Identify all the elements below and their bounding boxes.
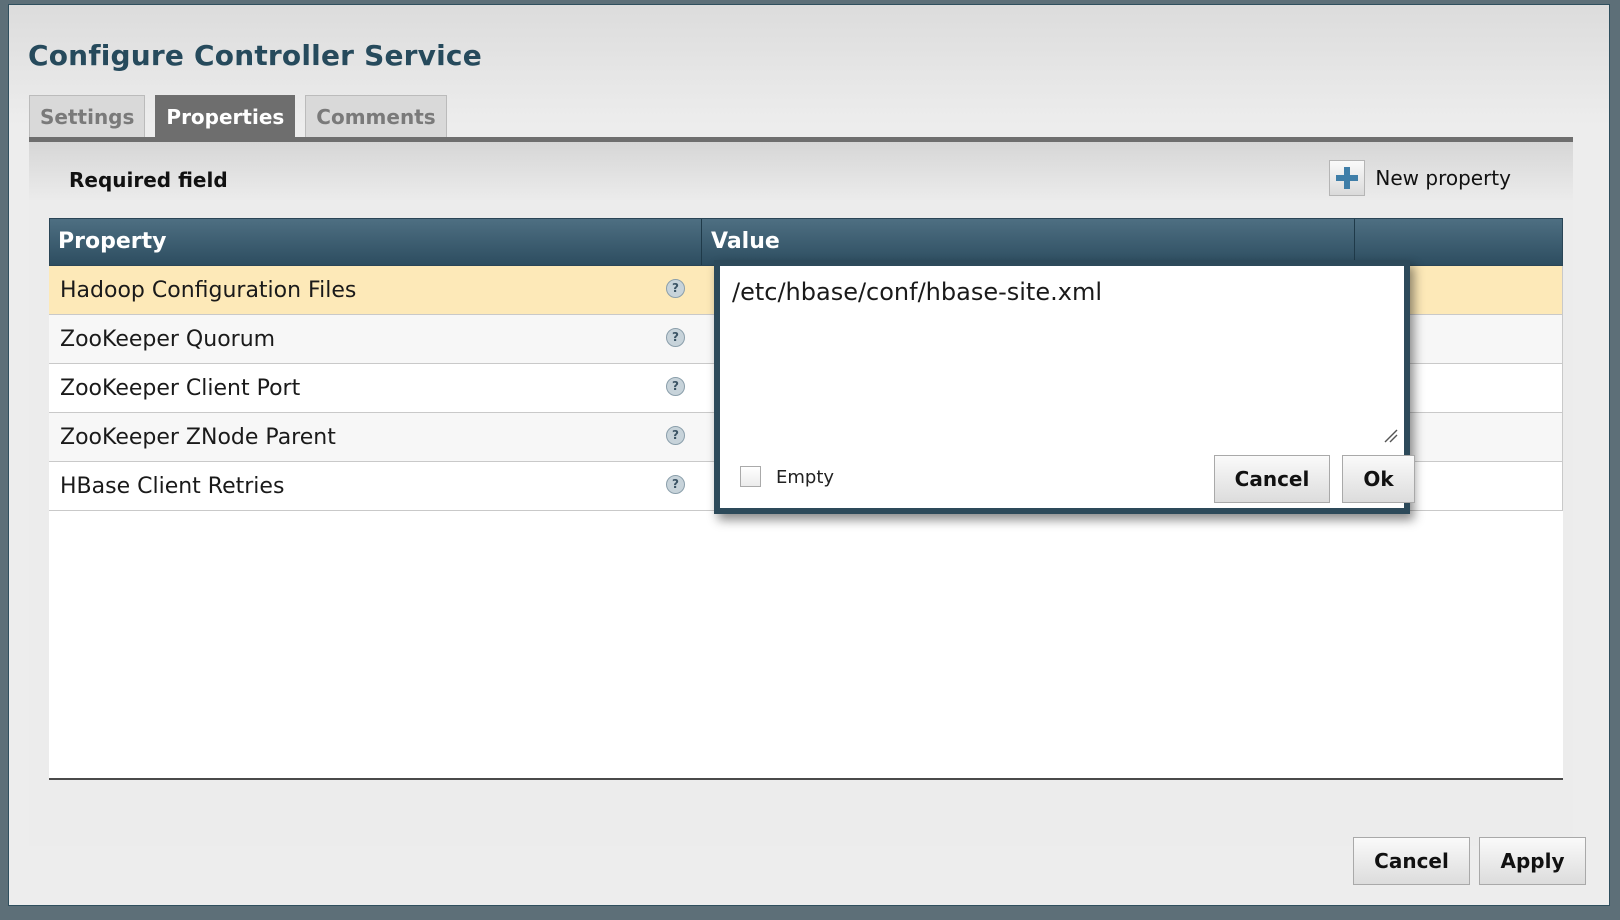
help-icon[interactable]: ? (666, 475, 685, 494)
add-icon[interactable] (1329, 160, 1366, 196)
row-border (1562, 462, 1563, 511)
apply-button[interactable]: Apply (1479, 837, 1586, 885)
table-bottom-border (49, 778, 1563, 780)
empty-checkbox[interactable] (740, 466, 761, 487)
property-name: ZooKeeper ZNode Parent (60, 425, 336, 450)
value-editor-popup: /etc/hbase/conf/hbase-site.xml Empty Can… (714, 260, 1415, 514)
tab-bar: Settings Properties Comments (29, 95, 447, 137)
tab-settings[interactable]: Settings (29, 95, 146, 137)
help-icon[interactable]: ? (666, 426, 685, 445)
property-name: HBase Client Retries (60, 474, 285, 499)
editor-ok-button[interactable]: Ok (1342, 455, 1415, 503)
column-header-value[interactable]: Value (711, 219, 780, 265)
resize-grip-icon[interactable] (1384, 428, 1398, 443)
property-name: ZooKeeper Quorum (60, 327, 276, 352)
column-divider (701, 219, 702, 265)
dialog-cancel-button[interactable]: Cancel (1353, 837, 1470, 885)
required-field-label: Required field (69, 168, 228, 192)
property-name: ZooKeeper Client Port (60, 376, 301, 401)
new-property-button[interactable]: New property (1329, 160, 1511, 196)
property-value-input[interactable]: /etc/hbase/conf/hbase-site.xml (732, 278, 1387, 438)
help-icon[interactable]: ? (666, 377, 685, 396)
help-icon[interactable]: ? (666, 279, 685, 298)
empty-checkbox-label[interactable]: Empty (776, 467, 834, 488)
table-header: Property Value (49, 218, 1563, 266)
column-divider (1354, 219, 1355, 265)
row-border (1562, 413, 1563, 462)
dialog-title: Configure Controller Service (28, 39, 482, 72)
property-name: Hadoop Configuration Files (60, 278, 357, 303)
help-icon[interactable]: ? (666, 328, 685, 347)
editor-cancel-button[interactable]: Cancel (1214, 455, 1330, 503)
tab-properties[interactable]: Properties (155, 95, 296, 137)
row-border (1562, 315, 1563, 364)
column-header-property[interactable]: Property (58, 219, 166, 265)
tab-comments[interactable]: Comments (305, 95, 447, 137)
row-border (1562, 364, 1563, 413)
new-property-label[interactable]: New property (1375, 166, 1511, 190)
row-border (1562, 266, 1563, 315)
configure-controller-service-dialog: Configure Controller Service Settings Pr… (8, 4, 1610, 906)
